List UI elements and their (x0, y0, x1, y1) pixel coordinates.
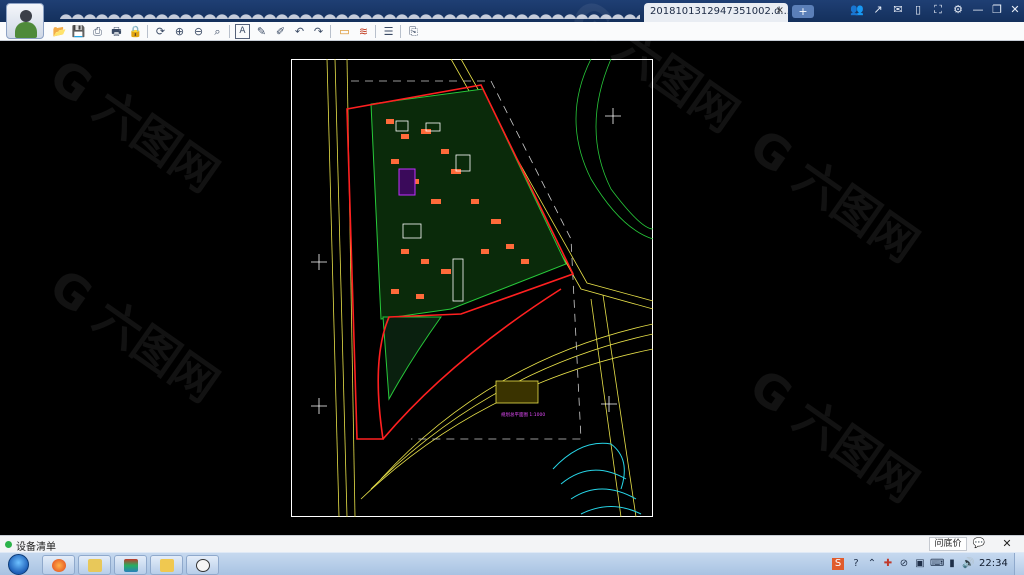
status-label[interactable]: 设备清单 (16, 538, 56, 553)
open-icon[interactable]: 📂 (52, 24, 67, 39)
ask-price-button[interactable]: 问底价 (929, 537, 967, 551)
export-icon[interactable]: ⎘ (406, 24, 421, 39)
fullscreen-icon[interactable]: ⛶ (931, 3, 945, 17)
status-close-button[interactable]: ✕ (998, 536, 1016, 552)
taskbar-books[interactable] (114, 555, 147, 575)
browser-icon (52, 559, 66, 572)
tray-ime-icon[interactable]: ⌨ (930, 558, 944, 570)
toolbar-separator (229, 25, 230, 38)
save-icon[interactable]: 💾 (71, 24, 86, 39)
users-icon[interactable]: 👥 (850, 3, 864, 17)
tray-chevron-icon[interactable]: ⌃ (866, 558, 878, 570)
magenta-block (398, 168, 416, 196)
taskbar-browser[interactable] (42, 555, 75, 575)
taskbar-avatar-app[interactable] (186, 555, 219, 575)
share-icon[interactable]: ↗ (871, 3, 885, 17)
windows-logo-icon (8, 554, 29, 575)
close-icon[interactable]: ✕ (1008, 3, 1022, 17)
show-desktop-button[interactable] (1014, 553, 1024, 575)
tray-signal-icon[interactable]: ▮ (946, 558, 958, 570)
toolbar-separator (147, 25, 148, 38)
lock-icon[interactable]: 🔒 (128, 24, 143, 39)
zoom-window-icon[interactable]: ⌕ (210, 24, 225, 39)
title-bar: 20181013129473510​02.d... × + 👥 ↗ ✉ ▯ ⛶ … (0, 0, 1024, 22)
folder-icon (160, 559, 174, 572)
windows-taskbar: S ? ⌃ ✚ ⊘ ▣ ⌨ ▮ 🔊 22:34 (0, 552, 1024, 575)
avatar-body (15, 22, 37, 38)
restore-icon[interactable]: ❐ (990, 3, 1004, 17)
layer-icon[interactable]: ▭ (337, 24, 352, 39)
undo-icon[interactable]: ↶ (292, 24, 307, 39)
tray-volume-icon[interactable]: 🔊 (962, 558, 974, 570)
avatar[interactable] (6, 3, 44, 39)
message-icon[interactable]: ✉ (891, 3, 905, 17)
cyan-buildings (552, 442, 642, 515)
tray-help-icon[interactable]: ? (850, 558, 862, 570)
toolbar-separator (400, 25, 401, 38)
status-bar: 设备清单 问底价 💬 ✕ (0, 535, 1024, 553)
avatar-head (20, 10, 32, 22)
rotate-icon[interactable]: ⟳ (153, 24, 168, 39)
cad-site-plan[interactable]: 规划总平面图 1:1000 (291, 59, 653, 517)
cad-viewer-window: 20181013129473510​02.d... × + 👥 ↗ ✉ ▯ ⛶ … (0, 0, 1024, 575)
books-icon (124, 559, 138, 572)
stack-icon[interactable]: ☰ (381, 24, 396, 39)
tray-antivirus-icon[interactable]: ✚ (882, 558, 894, 570)
document-tab[interactable]: 20181013129473510​02.d... × (644, 3, 788, 22)
new-tab-button[interactable]: + (792, 5, 814, 18)
eraser-icon[interactable]: ✐ (273, 24, 288, 39)
tray-app-icon[interactable]: S (832, 558, 844, 570)
legend-label: 规划总平面图 1:1000 (501, 411, 545, 418)
tab-close-icon[interactable]: × (776, 5, 784, 16)
redo-icon[interactable]: ↷ (311, 24, 326, 39)
toolbar: 📂 💾 ⎙ 🖶 🔒 ⟳ ⊕ ⊖ ⌕ A ✎ ✐ ↶ ↷ ▭ ≋ ☰ ⎘ (0, 22, 1024, 41)
zoom-in-icon[interactable]: ⊕ (172, 24, 187, 39)
settings-icon[interactable]: ⚙ (951, 3, 965, 17)
print-icon[interactable]: ⎙ (90, 24, 105, 39)
clock[interactable]: 22:34 (979, 558, 1008, 569)
chat-icon[interactable]: 💬 (970, 537, 988, 551)
tray-shield-icon[interactable]: ⊘ (898, 558, 910, 570)
taskbar-favorites[interactable] (78, 555, 111, 575)
pen-icon[interactable]: ✎ (254, 24, 269, 39)
print-preview-icon[interactable]: 🖶 (109, 24, 124, 39)
toolbar-separator (330, 25, 331, 38)
legend-box (495, 380, 539, 404)
tab-strip-decoration (60, 3, 640, 19)
document-tab-label: 20181013129473510​02.d... (650, 6, 788, 17)
zoom-out-icon[interactable]: ⊖ (191, 24, 206, 39)
tray-network-icon[interactable]: ▣ (914, 558, 926, 570)
app-icon (196, 559, 210, 572)
text-icon[interactable]: A (235, 24, 250, 39)
drawing-canvas[interactable]: 规划总平面图 1:1000 (0, 41, 1024, 535)
measure-icon[interactable]: ≋ (356, 24, 371, 39)
status-online-icon (5, 541, 12, 548)
toolbar-separator (375, 25, 376, 38)
start-button[interactable] (4, 553, 32, 575)
landscape-area (370, 88, 567, 401)
taskbar-folder[interactable] (150, 555, 183, 575)
phone-icon[interactable]: ▯ (911, 3, 925, 17)
minimize-icon[interactable]: — (971, 3, 985, 17)
star-icon (88, 559, 102, 572)
